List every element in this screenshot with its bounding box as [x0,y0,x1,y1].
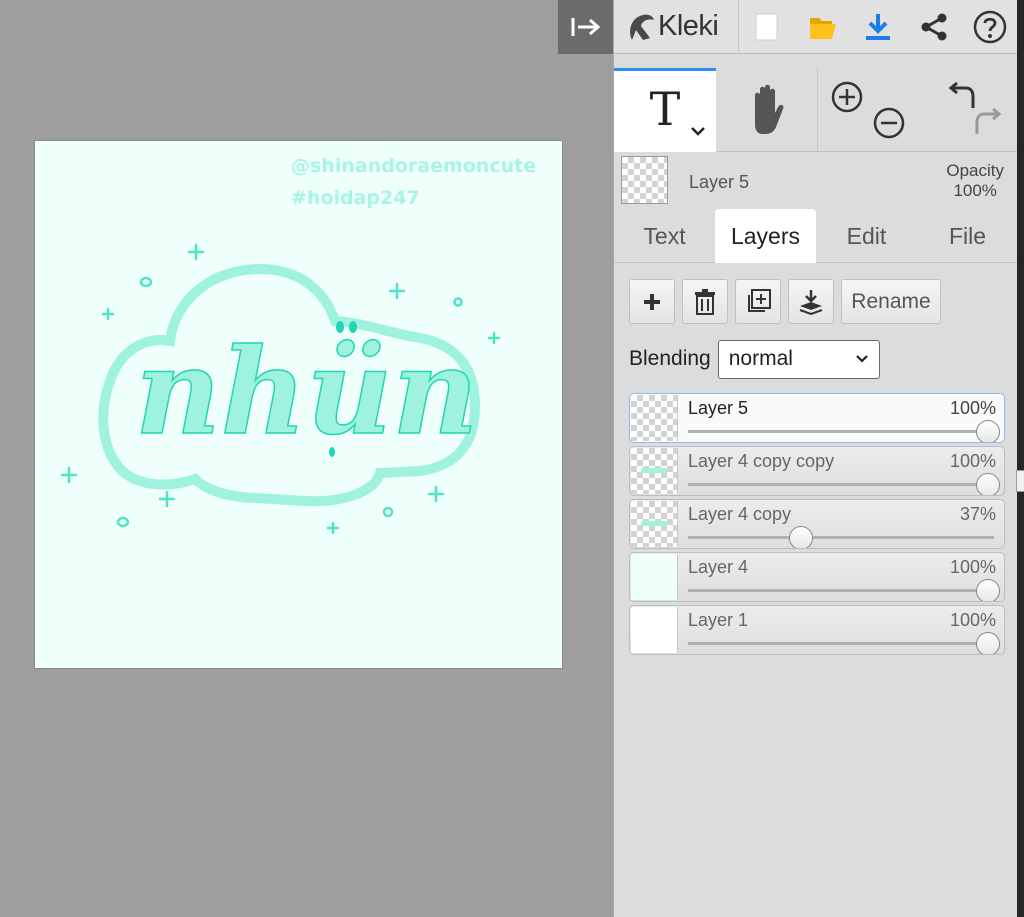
layer-row[interactable]: Layer 1 100% [629,605,1005,655]
layer-name: Layer 4 copy [688,504,792,524]
layer-opacity-slider[interactable] [688,536,994,539]
layer-row[interactable]: Layer 4 100% [629,552,1005,602]
window-edge [1017,0,1024,917]
layer-list: Layer 5 100% Layer 4 copy copy 100% Layer 4 … [629,393,1005,658]
layer-opacity-slider[interactable] [688,589,994,592]
layer-opacity-slider-handle[interactable] [789,526,814,548]
artwork: nhün [60,243,501,535]
layer-opacity-slider-handle[interactable] [976,420,1000,442]
blending-row: Blending normal [629,339,880,379]
current-layer-name: Layer 5 [689,172,750,192]
hand-tool-button[interactable] [716,68,818,152]
chevron-down-icon[interactable] [690,125,706,137]
layer-opacity-slider-handle[interactable] [976,632,1000,654]
delete-layer-icon [695,288,715,315]
side-panel: Kleki T Layer 5 Opacity 100% Text Layers… [613,0,1018,917]
layer-thumbnail [631,501,678,547]
artwork-lettering: nhün [135,322,478,461]
layer-name: Layer 4 [688,557,749,577]
download-button[interactable] [850,0,906,54]
layer-thumbnail [631,554,678,600]
canvas[interactable]: @shinandoraemoncute #hoidap247 nhün [34,140,563,669]
blending-value: normal [728,347,793,370]
help-button[interactable] [962,0,1018,54]
layer-name: Layer 5 [688,398,749,418]
layer-opacity-slider[interactable] [688,483,994,486]
collapse-arrow-icon [571,18,600,36]
delete-layer-button[interactable] [682,279,728,324]
blending-select[interactable]: normal [717,339,880,379]
layer-actions: Rename [629,279,941,324]
kleki-logo[interactable]: Kleki [614,0,739,54]
duplicate-layer-button[interactable] [735,279,781,324]
opacity-label: Opacity [946,161,1004,180]
layer-opacity-value: 37% [959,504,996,524]
kleki-logo-icon [630,14,654,40]
download-icon [866,13,891,40]
layer-name: Layer 1 [688,610,749,630]
tab-file[interactable]: File [917,209,1018,263]
layer-row[interactable]: Layer 4 copy 37% [629,499,1005,549]
new-image-button[interactable] [739,0,795,54]
current-layer-info: Layer 5 Opacity 100% [614,152,1018,208]
new-image-icon [755,13,778,40]
layer-opacity-value: 100% [949,451,996,471]
panel-tabs: Text Layers Edit File [614,209,1018,263]
layer-opacity-slider[interactable] [688,430,994,433]
zoom-out-icon[interactable] [872,106,906,140]
current-layer-thumbnail [621,156,668,204]
layer-thumbnail [631,448,678,494]
zoom-controls [818,68,918,152]
text-tool-icon: T [649,81,681,136]
add-layer-button[interactable] [629,279,675,324]
layer-name: Layer 4 copy copy [688,451,835,471]
tab-text[interactable]: Text [614,209,715,263]
app-name: Kleki [658,10,719,42]
edge-handle[interactable] [1016,470,1024,492]
layer-opacity-value: 100% [949,557,996,577]
share-button[interactable] [906,0,962,54]
layer-opacity-slider-handle[interactable] [976,579,1000,601]
hand-tool-icon [754,84,783,134]
share-icon [921,13,947,40]
merge-down-icon [799,289,823,315]
layer-row[interactable]: Layer 4 copy copy 100% [629,446,1005,496]
collapse-panel-button[interactable] [558,0,613,54]
tab-layers[interactable]: Layers [715,209,816,263]
open-folder-icon [809,17,836,39]
top-toolbar: Kleki [614,0,1018,54]
layer-opacity-slider[interactable] [688,642,994,645]
merge-down-button[interactable] [788,279,834,324]
layer-row[interactable]: Layer 5 100% [629,393,1005,443]
layer-opacity-value: 100% [949,398,996,418]
undo-icon[interactable] [946,82,976,110]
duplicate-layer-icon [748,288,771,312]
help-icon [973,10,1007,43]
tool-row: T [614,68,1018,152]
layer-thumbnail [631,607,678,653]
open-button[interactable] [795,0,851,54]
text-tool-button[interactable]: T [614,68,716,152]
redo-icon[interactable] [974,108,1004,136]
tab-edit[interactable]: Edit [816,209,917,263]
drawing-stage[interactable]: @shinandoraemoncute #hoidap247 nhün [0,0,613,917]
layer-thumbnail [631,395,678,441]
chevron-down-icon [855,355,868,363]
layer-opacity-value: 100% [949,610,996,630]
blending-label: Blending [629,347,711,370]
layer-opacity-slider-handle[interactable] [976,473,1000,495]
add-layer-icon [644,293,660,310]
current-layer-opacity: Opacity 100% [946,161,1004,201]
rename-layer-button[interactable]: Rename [841,279,941,324]
zoom-in-icon[interactable] [830,80,864,114]
opacity-value: 100% [953,181,997,200]
history-controls [918,68,1018,152]
